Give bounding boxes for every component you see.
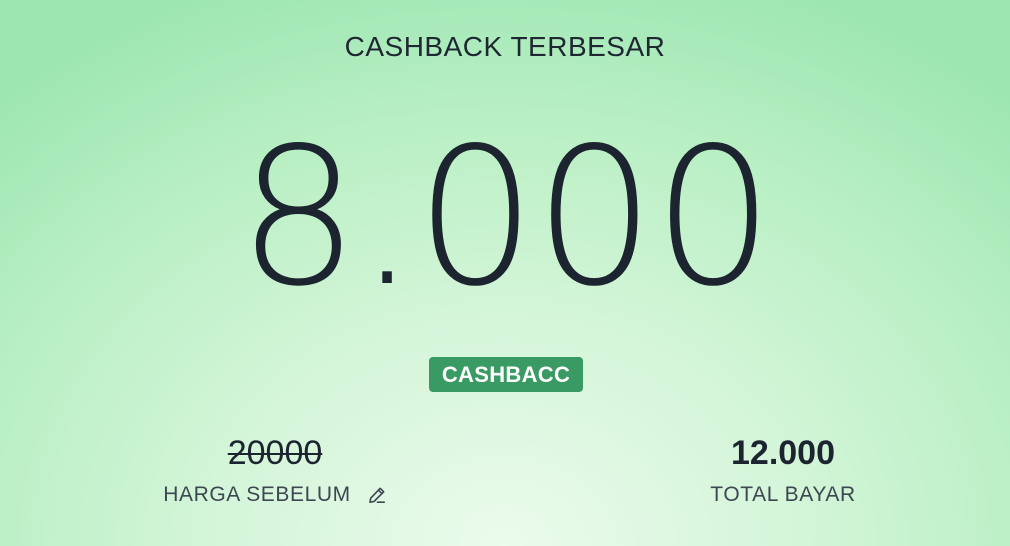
pencil-icon[interactable]: [367, 485, 387, 505]
total-value: 12.000: [731, 434, 835, 472]
page-title: CASHBACK TERBESAR: [344, 31, 666, 62]
total-stat: 12.000 TOTAL BAYAR: [653, 434, 913, 507]
price-before-value: 20000: [227, 434, 323, 472]
cashback-amount: 8.000: [238, 107, 774, 328]
cashback-code-badge: CASHBACC: [429, 357, 583, 392]
price-before-label: HARGA SEBELUM: [163, 483, 351, 506]
price-before-label-row: HARGA SEBELUM: [130, 483, 420, 507]
price-before-stat: 20000 HARGA SEBELUM: [130, 434, 420, 507]
total-label: TOTAL BAYAR: [710, 483, 856, 506]
